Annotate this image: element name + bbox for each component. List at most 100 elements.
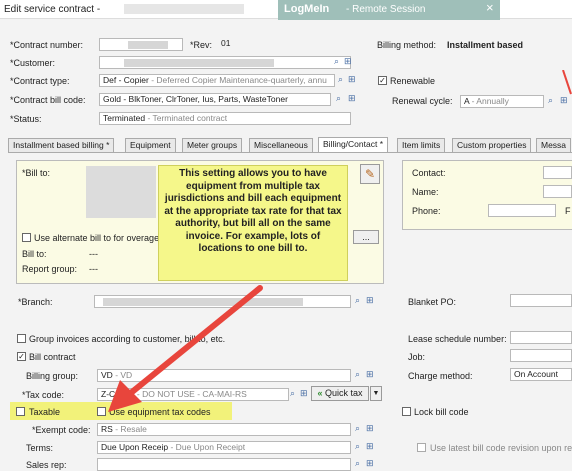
exempt-code-label: *Exempt code: (32, 425, 91, 435)
lookup-menu-icon[interactable]: ⊞ (366, 369, 374, 380)
billing-group-field[interactable]: VD - VD (97, 369, 351, 382)
terms-label: Terms: (26, 443, 53, 453)
use-alt-bill-to-checkbox[interactable] (22, 233, 31, 242)
use-equipment-tax-checkbox[interactable] (97, 407, 106, 416)
renewable-checkbox[interactable]: ✓ (378, 76, 387, 85)
search-icon[interactable]: ⌕ (355, 295, 360, 306)
terms-field[interactable]: Due Upon Receip - Due Upon Receipt (97, 441, 351, 454)
sales-rep-field[interactable] (97, 458, 351, 471)
status-desc: - Terminated contract (147, 113, 228, 123)
lease-schedule-label: Lease schedule number: (408, 334, 507, 344)
search-icon[interactable]: ⌕ (355, 441, 360, 452)
search-icon[interactable]: ⌕ (355, 458, 360, 469)
billing-group-value: VD (101, 370, 113, 380)
branch-field[interactable] (94, 295, 351, 308)
lookup-menu-icon[interactable]: ⊞ (348, 74, 356, 85)
bill-code-field[interactable]: Gold - BlkToner, ClrToner, Ius, Parts, W… (99, 93, 331, 106)
lock-bill-code-checkbox[interactable] (402, 407, 411, 416)
taxable-label: Taxable (29, 407, 61, 417)
exempt-code-desc: - Resale (115, 424, 147, 434)
fax-label: F (565, 206, 571, 216)
group-invoices-checkbox[interactable] (17, 334, 26, 343)
lookup-menu-icon[interactable]: ⊞ (560, 95, 568, 106)
lookup-menu-icon[interactable]: ⊞ (366, 423, 374, 434)
search-icon[interactable]: ⌕ (290, 388, 295, 399)
blanket-po-field[interactable] (510, 294, 572, 307)
window-title: Edit service contract - (4, 4, 101, 15)
contract-number-label: *Contract number: (10, 40, 84, 50)
contract-type-desc: - Deferred Copier Maintenance-quarterly,… (151, 75, 327, 85)
tax-code-value: Z-CA (101, 389, 121, 399)
renewal-cycle-value: A (464, 96, 470, 106)
exempt-code-field[interactable]: RS - Resale (97, 423, 351, 436)
search-icon[interactable]: ⌕ (336, 93, 341, 104)
search-icon[interactable]: ⌕ (355, 369, 360, 380)
tab-billing-contact[interactable]: Billing/Contact * (318, 137, 389, 152)
tab-miscellaneous[interactable]: Miscellaneous (249, 138, 313, 152)
bill-code-value: Gold (103, 94, 121, 104)
billing-group-label: Billing group: (26, 371, 79, 381)
quick-tax-button[interactable]: « Quick tax (311, 386, 369, 401)
terms-value: Due Upon Receip (101, 442, 169, 452)
billing-method-value: Installment based (447, 40, 524, 50)
browse-bill-to-button[interactable]: ... (353, 230, 379, 244)
search-icon[interactable]: ⌕ (548, 95, 553, 106)
double-chevron-left-icon: « (317, 388, 323, 398)
lookup-menu-icon[interactable]: ⊞ (366, 458, 374, 469)
name-field[interactable] (543, 185, 572, 198)
latest-revision-checkbox[interactable] (417, 443, 426, 452)
charge-method-select[interactable]: On Account (510, 368, 572, 381)
contract-type-field[interactable]: Def - Copier - Deferred Copier Maintenan… (99, 74, 335, 87)
lease-schedule-field[interactable] (510, 331, 572, 344)
tax-code-label: *Tax code: (22, 390, 65, 400)
renewal-cycle-field[interactable]: A - Annually (460, 95, 544, 108)
lookup-menu-icon[interactable]: ⊞ (366, 295, 374, 306)
lookup-menu-icon[interactable]: ⊞ (366, 441, 374, 452)
blanket-po-label: Blanket PO: (408, 297, 457, 307)
redacted-value (124, 59, 274, 67)
group-invoices-label: Group invoices according to customer, bi… (29, 334, 226, 344)
job-label: Job: (408, 352, 426, 362)
lookup-menu-icon[interactable]: ⊞ (344, 56, 352, 67)
job-field[interactable] (510, 349, 572, 362)
bill-contract-label: Bill contract (29, 352, 76, 362)
redacted-title (124, 4, 244, 14)
remote-subtitle: - Remote Session (346, 4, 426, 15)
customer-field[interactable] (99, 56, 351, 69)
lookup-menu-icon[interactable]: ⊞ (348, 93, 356, 104)
contact-field[interactable] (543, 166, 572, 179)
edit-pencil-button[interactable]: ✎ (360, 164, 380, 184)
tab-installment-billing[interactable]: Installment based billing * (8, 138, 115, 152)
remote-session-bar: LogMeIn - Remote Session × (278, 0, 500, 20)
tab-meter-groups[interactable]: Meter groups (182, 138, 243, 152)
charge-method-label: Charge method: (408, 371, 473, 381)
search-icon[interactable]: ⌕ (355, 423, 360, 434)
renewal-cycle-desc: - Annually (471, 96, 509, 106)
quick-tax-dropdown-icon[interactable]: ▼ (370, 386, 382, 401)
lock-bill-code-label: Lock bill code (414, 407, 469, 417)
search-icon[interactable]: ⌕ (338, 74, 343, 85)
latest-revision-label: Use latest bill code revision upon rene (430, 443, 572, 453)
use-alt-bill-to-label: Use alternate bill to for overage (34, 233, 160, 243)
rev-field[interactable]: 01 (218, 38, 242, 51)
tab-messages[interactable]: Messa (536, 138, 572, 152)
remote-close-icon[interactable]: × (486, 0, 494, 15)
bill-contract-checkbox[interactable]: ✓ (17, 352, 26, 361)
status-value: Terminated (103, 113, 146, 123)
rev-label: *Rev: (190, 40, 213, 50)
contract-number-field[interactable] (99, 38, 183, 51)
phone-field[interactable] (488, 204, 556, 217)
lookup-menu-icon[interactable]: ⊞ (300, 388, 308, 399)
report-group-label: Report group: (22, 264, 78, 274)
redacted-value (128, 41, 168, 49)
tab-custom-properties[interactable]: Custom properties (452, 138, 532, 152)
contract-type-value: Def - Copier (103, 75, 149, 85)
status-field[interactable]: Terminated - Terminated contract (99, 112, 351, 125)
search-icon[interactable]: ⌕ (334, 56, 339, 67)
renewal-cycle-label: Renewal cycle: (392, 96, 453, 106)
tab-equipment[interactable]: Equipment (125, 138, 176, 152)
taxable-checkbox[interactable] (16, 407, 25, 416)
tab-item-limits[interactable]: Item limits (397, 138, 446, 152)
use-equipment-tax-label: Use equipment tax codes (109, 407, 211, 417)
tax-code-field[interactable]: Z-CA RS - DO NOT USE - CA-MAI-RS (97, 388, 289, 401)
